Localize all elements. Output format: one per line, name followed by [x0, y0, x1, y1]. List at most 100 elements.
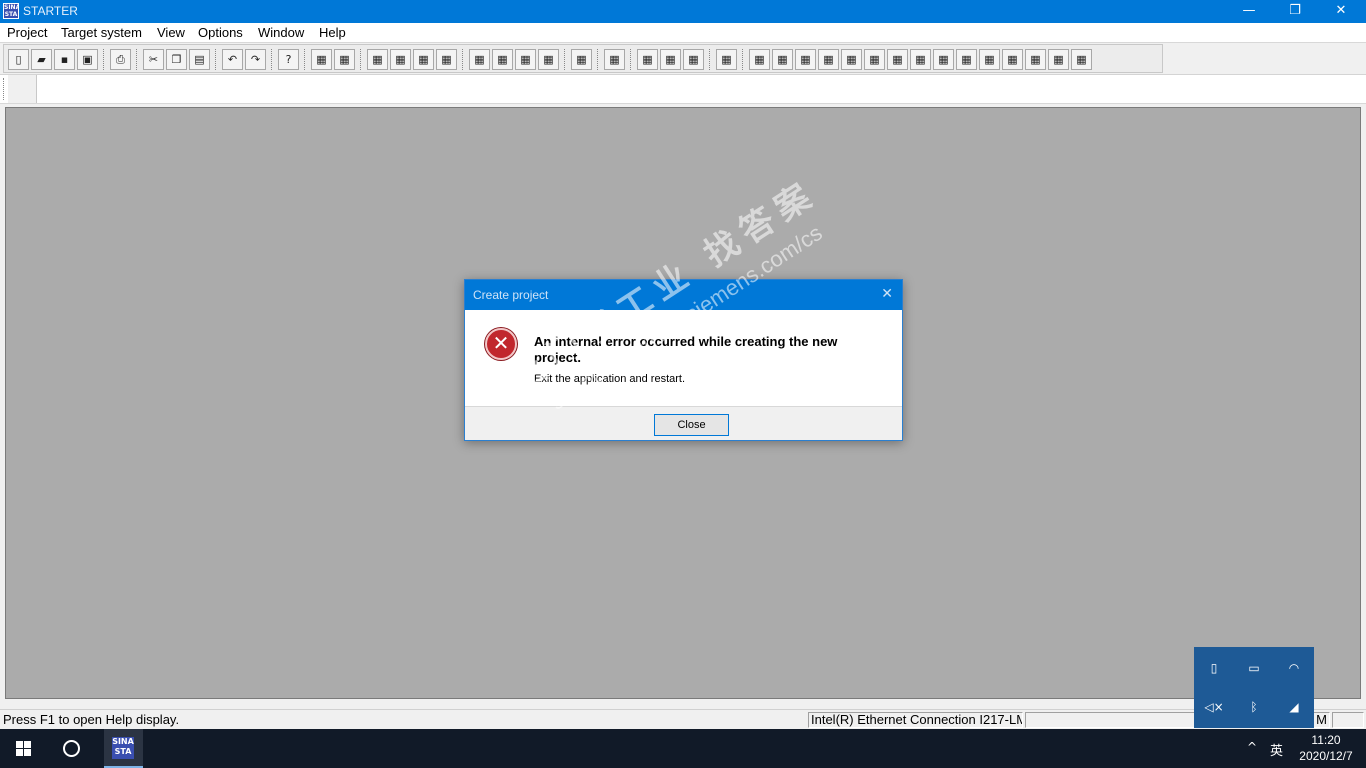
menu-help[interactable]: Help	[319, 25, 346, 40]
status-icon[interactable]: ▦	[1025, 49, 1046, 70]
download-target-icon[interactable]: ▦	[515, 49, 536, 70]
record-icon[interactable]: ▦	[1071, 49, 1092, 70]
menu-bar: Project Target system View Options Windo…	[0, 23, 1366, 43]
menu-target-system[interactable]: Target system	[61, 25, 142, 40]
menu-view[interactable]: View	[157, 25, 185, 40]
menu-options[interactable]: Options	[198, 25, 243, 40]
secondary-toolbar	[0, 75, 1366, 104]
upload-icon[interactable]: ▦	[413, 49, 434, 70]
save-icon[interactable]: ▪	[54, 49, 75, 70]
toolbar-separator	[742, 49, 744, 70]
toolbar-separator	[564, 49, 566, 70]
toolbar-separator	[271, 49, 273, 70]
ram-to-rom-icon[interactable]: ▦	[469, 49, 490, 70]
parameter-icon[interactable]: ▦	[818, 49, 839, 70]
tray-overflow-flyout: ▯ ▭ ◠ ◁× ᛒ ◢	[1194, 647, 1314, 728]
dialog-title-bar: Create project ✕	[465, 280, 902, 310]
volume-muted-icon[interactable]: ◁×	[1202, 697, 1226, 717]
starter-app-icon: SINA STA	[112, 737, 134, 759]
measure-icon[interactable]: ▦	[772, 49, 793, 70]
open-icon[interactable]: ▰	[31, 49, 52, 70]
dialog-title: Create project	[473, 288, 549, 302]
power-icon[interactable]: ▦	[1002, 49, 1023, 70]
accessible-nodes-icon[interactable]: ▦	[311, 49, 332, 70]
taskbar-starter-app[interactable]: SINA STA	[104, 729, 143, 768]
table-icon[interactable]: ▦	[683, 49, 704, 70]
ramp-icon[interactable]: ▦	[910, 49, 931, 70]
toolbar-separator	[103, 49, 105, 70]
toolbar-slot	[8, 75, 37, 103]
clock-date: 2020/12/7	[1299, 749, 1353, 763]
windows-icon	[16, 741, 32, 756]
control-panel-icon[interactable]: ▦	[795, 49, 816, 70]
error-icon: ✕	[485, 328, 517, 360]
title-bar: SINA STA STARTER — ❐ ✕	[0, 0, 1366, 23]
start-button[interactable]	[0, 729, 48, 768]
device-config-icon[interactable]: ▦	[637, 49, 658, 70]
limit-icon[interactable]: ▦	[933, 49, 954, 70]
error-heading: An internal error occurred while creatin…	[534, 334, 838, 365]
status-bar: Press F1 to open Help display. Intel(R) …	[0, 709, 1366, 729]
connect-icon[interactable]: ▦	[367, 49, 388, 70]
print-icon[interactable]: ⎙	[110, 49, 131, 70]
drive-navigator-icon[interactable]: ▦	[571, 49, 592, 70]
wifi-icon[interactable]: ◠	[1282, 658, 1306, 678]
toolbar-area: ▯ ▰ ▪ ▣ ⎙ ✂ ❐ ▤ ↶ ↷? ▦ ▦ ▦ ▦ ▦ ▦ ▦ ▦ ▦ ▦ ▦ ▦ ▦ ▦ ▦ ▦ ▦ ▦ ▦ ▦ ▦ ▦ ▦ ▦ ▦ ▦ ▦ ▦ ▦…	[0, 43, 1366, 75]
upload-target-icon[interactable]: ▦	[538, 49, 559, 70]
redo-icon[interactable]: ↷	[245, 49, 266, 70]
toolbar-separator	[597, 49, 599, 70]
project-overview-icon[interactable]: ▦	[604, 49, 625, 70]
ime-indicator[interactable]: 英	[1270, 740, 1283, 759]
bluetooth-icon[interactable]: ᛒ	[1242, 697, 1266, 717]
save-compile-icon[interactable]: ▣	[77, 49, 98, 70]
usb-icon[interactable]: ▯	[1202, 658, 1226, 678]
dialog-close-icon[interactable]: ✕	[881, 286, 893, 302]
minimize-button[interactable]: —	[1226, 0, 1272, 23]
copy-ram-rom-icon[interactable]: ▦	[492, 49, 513, 70]
toolbar-separator	[630, 49, 632, 70]
window-title: STARTER	[23, 4, 78, 18]
stop-icon[interactable]: ▦	[1048, 49, 1069, 70]
copy-icon[interactable]: ❐	[166, 49, 187, 70]
status-interface: Intel(R) Ethernet Connection I217-LM	[808, 712, 1023, 728]
toolbar-separator	[709, 49, 711, 70]
restore-button[interactable]: ❐	[1272, 0, 1318, 23]
close-window-button[interactable]: ✕	[1318, 0, 1364, 23]
select-target-icon[interactable]: ▦	[334, 49, 355, 70]
help-icon[interactable]: ?	[278, 49, 299, 70]
tray-chevron-up-icon[interactable]: ^	[1247, 740, 1257, 754]
paste-icon[interactable]: ▤	[189, 49, 210, 70]
compare-icon[interactable]: ▦	[436, 49, 457, 70]
menu-window[interactable]: Window	[258, 25, 304, 40]
error-message: Exit the application and restart.	[534, 373, 686, 385]
function-generator-icon[interactable]: ▦	[749, 49, 770, 70]
create-project-dialog: Create project ✕ ✕ An internal error occ…	[464, 279, 903, 441]
signal-icon[interactable]: ▦	[841, 49, 862, 70]
app-tray-icon[interactable]: ◢	[1282, 697, 1306, 717]
cortana-search-icon[interactable]	[63, 740, 80, 757]
toolbar-separator	[304, 49, 306, 70]
main-toolbar: ▯ ▰ ▪ ▣ ⎙ ✂ ❐ ▤ ↶ ↷? ▦ ▦ ▦ ▦ ▦ ▦ ▦ ▦ ▦ ▦ ▦ ▦ ▦ ▦ ▦ ▦ ▦ ▦ ▦ ▦ ▦ ▦ ▦ ▦ ▦ ▦ ▦ ▦ ▦…	[3, 44, 1163, 73]
toolbar-separator	[462, 49, 464, 70]
app-logo-icon: SINA STA	[3, 3, 19, 19]
trace-icon[interactable]: ▦	[716, 49, 737, 70]
toolbar-separator	[215, 49, 217, 70]
speed-icon[interactable]: ▦	[956, 49, 977, 70]
toolbar-separator	[136, 49, 138, 70]
close-button[interactable]: Close	[654, 414, 729, 436]
download-icon[interactable]: ▦	[390, 49, 411, 70]
curve-icon[interactable]: ▦	[887, 49, 908, 70]
taskbar: SINA STA ^ 英 11:20 2020/12/7	[0, 729, 1366, 768]
torque-icon[interactable]: ▦	[979, 49, 1000, 70]
chart-icon[interactable]: ▦	[660, 49, 681, 70]
undo-icon[interactable]: ↶	[222, 49, 243, 70]
status-extra	[1332, 712, 1364, 728]
status-help-text: Press F1 to open Help display.	[3, 712, 180, 727]
cut-icon[interactable]: ✂	[143, 49, 164, 70]
battery-icon[interactable]: ▭	[1242, 658, 1266, 678]
filter-icon[interactable]: ▦	[864, 49, 885, 70]
clock[interactable]: 11:20 2020/12/7	[1294, 732, 1358, 764]
new-icon[interactable]: ▯	[8, 49, 29, 70]
menu-project[interactable]: Project	[7, 25, 47, 40]
toolbar-grip[interactable]	[3, 78, 7, 100]
